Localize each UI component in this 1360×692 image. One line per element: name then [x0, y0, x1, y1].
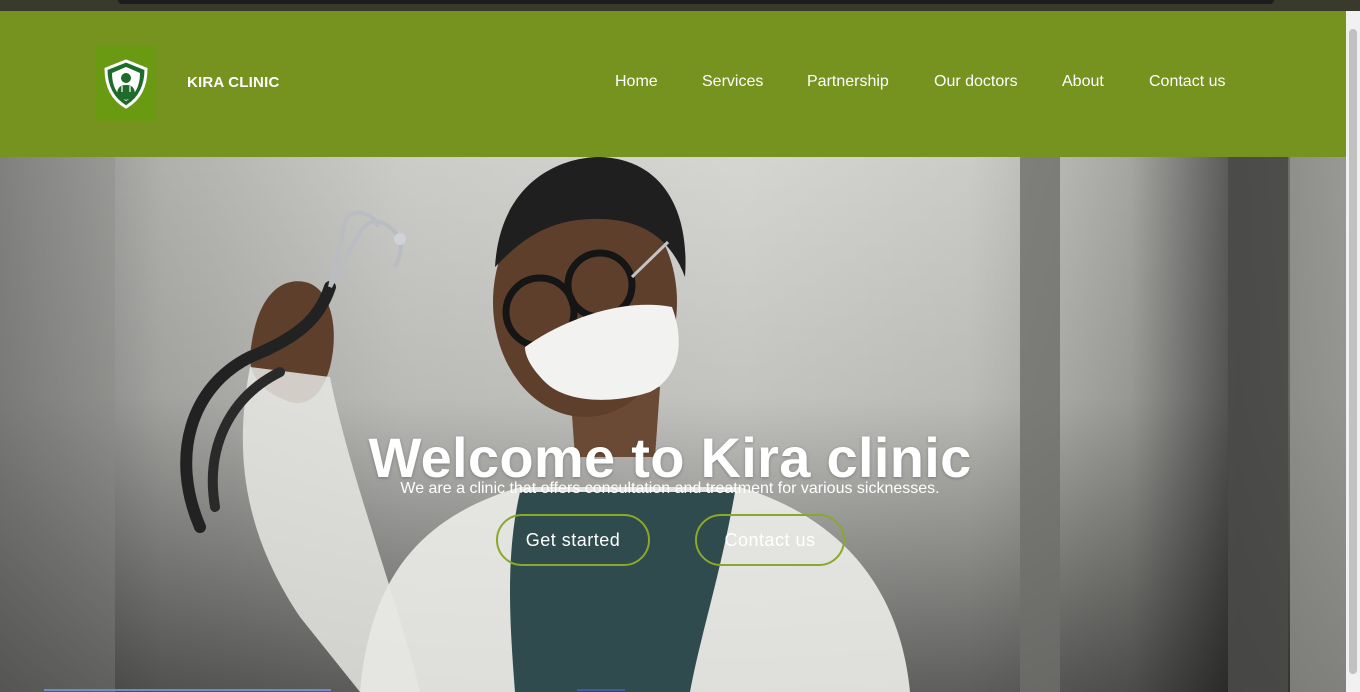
nav-item-home[interactable]: Home — [615, 73, 658, 91]
hero-subtitle: We are a clinic that offers consultation… — [400, 480, 940, 497]
browser-top-strip — [0, 0, 1360, 11]
get-started-button[interactable]: Get started — [496, 514, 650, 566]
navbar: KIRA CLINIC Home Services Partnership Ou… — [0, 11, 1346, 157]
contact-us-button[interactable]: Contact us — [695, 514, 845, 566]
nav-item-contact-us[interactable]: Contact us — [1149, 73, 1225, 91]
browser-top-bar — [118, 0, 1274, 4]
bottom-indicator-strip — [0, 688, 1346, 692]
scrollbar-thumb[interactable] — [1349, 29, 1357, 674]
nav-item-partnership[interactable]: Partnership — [807, 73, 889, 91]
nav-item-services[interactable]: Services — [702, 73, 763, 91]
nav-item-about[interactable]: About — [1062, 73, 1104, 91]
bottom-indicator-2 — [577, 689, 625, 691]
nav-menu: Home Services Partnership Our doctors Ab… — [0, 73, 1346, 97]
vertical-scrollbar[interactable] — [1346, 11, 1360, 692]
bottom-indicator-1 — [44, 689, 331, 691]
hero-section: Welcome to Kira clinic We are a clinic t… — [0, 157, 1346, 692]
nav-item-our-doctors[interactable]: Our doctors — [934, 73, 1018, 91]
